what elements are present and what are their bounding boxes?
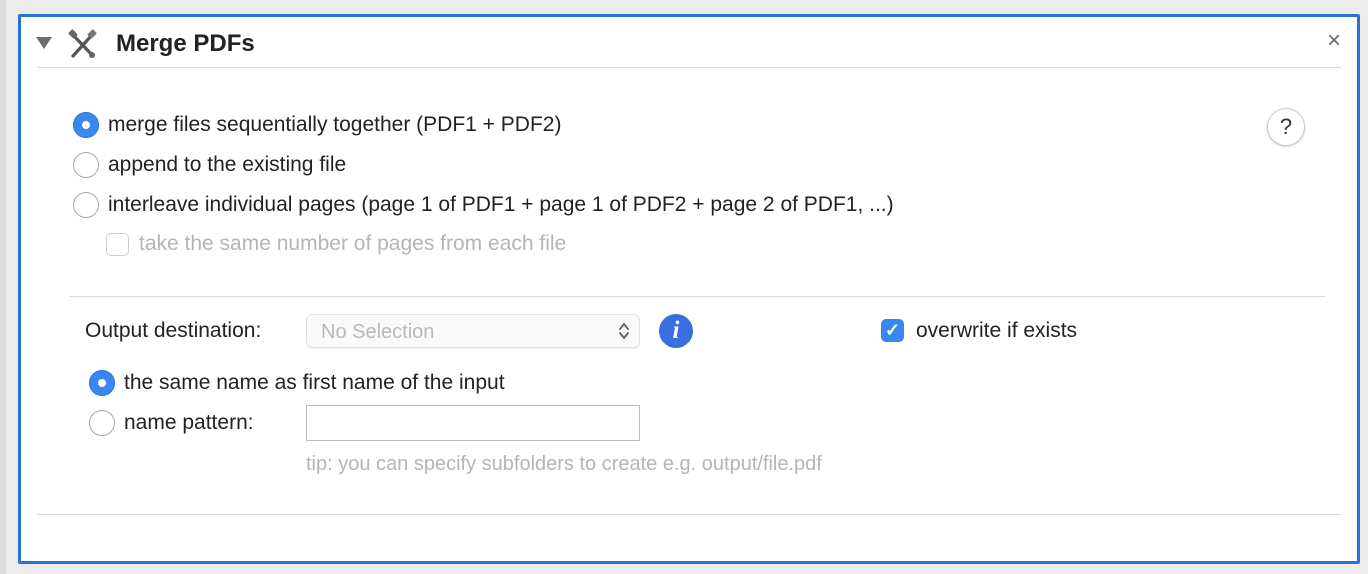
radio-interleave-pages[interactable] (73, 192, 99, 218)
same-pages-checkbox[interactable] (106, 233, 129, 256)
subfolder-tip: tip: you can specify subfolders to creat… (306, 453, 822, 475)
radio-label-name-pattern: name pattern: (124, 411, 254, 434)
radio-merge-sequentially[interactable] (73, 112, 99, 138)
info-icon[interactable]: i (659, 314, 693, 348)
radio-name-pattern[interactable] (89, 410, 115, 436)
same-pages-label: take the same number of pages from each … (139, 232, 567, 255)
output-destination-label: Output destination: (85, 319, 262, 342)
output-destination-value: No Selection (321, 321, 435, 343)
radio-label-interleave-pages: interleave individual pages (page 1 of P… (108, 193, 894, 216)
overwrite-label: overwrite if exists (916, 319, 1078, 342)
header-divider (37, 67, 1341, 68)
section-divider (69, 296, 1325, 297)
radio-label-same-name: the same name as first name of the input (124, 371, 505, 394)
radio-append-existing[interactable] (73, 152, 99, 178)
radio-same-name[interactable] (89, 370, 115, 396)
action-header: Merge PDFs × (21, 17, 1357, 67)
overwrite-checkbox[interactable]: ✓ (881, 319, 904, 342)
help-button[interactable]: ? (1267, 108, 1305, 146)
output-destination-select[interactable]: No Selection (306, 314, 640, 348)
action-title: Merge PDFs (116, 30, 255, 57)
merge-pdfs-action-panel: Merge PDFs × merge files sequentially to… (18, 14, 1360, 564)
radio-label-append-existing: append to the existing file (108, 153, 347, 176)
chevron-up-down-icon (619, 323, 629, 339)
name-pattern-input[interactable] (306, 405, 640, 441)
footer-divider (37, 514, 1341, 515)
radio-label-merge-sequentially: merge files sequentially together (PDF1 … (108, 113, 562, 136)
window-edge (0, 0, 6, 574)
close-icon[interactable]: × (1327, 29, 1341, 53)
disclosure-triangle-icon[interactable] (36, 37, 52, 49)
tools-icon (68, 29, 97, 58)
